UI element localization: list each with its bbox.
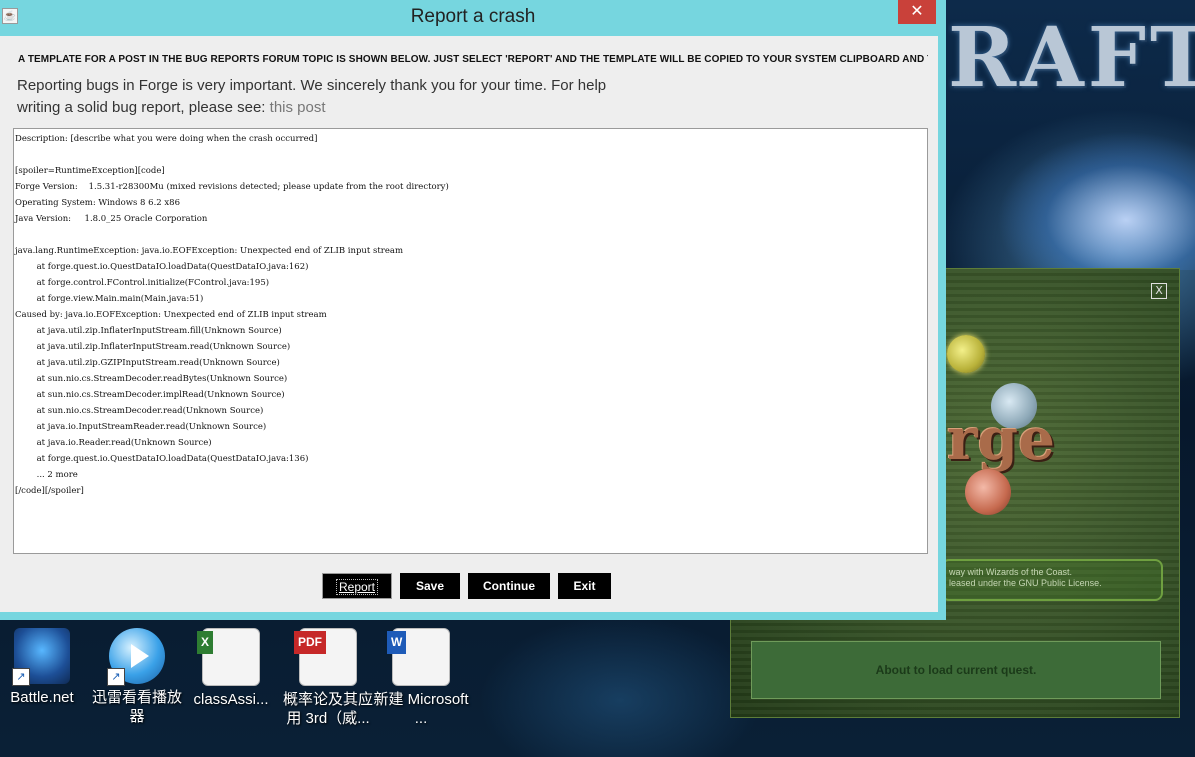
button-row: Report Save Continue Exit (0, 573, 938, 599)
bug-report-text[interactable]: Description: [describe what you were doi… (15, 131, 927, 499)
intro-line-1: Reporting bugs in Forge is very importan… (17, 77, 607, 94)
license-line-1: way with Wizards of the Coast. (949, 567, 1073, 577)
background-logo-text: RAFT (948, 10, 1195, 106)
desktop-icon-excel[interactable]: X classAssi... (183, 628, 279, 709)
forge-logo-text: rge (947, 405, 1056, 473)
battlenet-icon: ↗ (12, 628, 70, 686)
desktop-icon-battlenet[interactable]: ↗ Battle.net (0, 628, 90, 707)
bug-report-textarea[interactable]: Description: [describe what you were doi… (13, 128, 928, 554)
desktop-icon-xunlei[interactable]: ↗ 迅雷看看播放器 (89, 628, 185, 726)
shortcut-arrow-icon: ↗ (107, 668, 125, 686)
word-file-icon: W (387, 628, 450, 686)
crash-report-window: Report a crash ☕ ✕ A TEMPLATE FOR A POST… (0, 0, 946, 620)
desktop-icon-label: classAssi... (193, 691, 269, 708)
desktop-icon-pdf[interactable]: PDF 概率论及其应用 3rd（威... (280, 628, 376, 728)
pdf-file-icon: PDF (294, 628, 357, 686)
continue-button[interactable]: Continue (468, 573, 550, 599)
java-cup-icon[interactable]: ☕ (2, 8, 18, 24)
background-glow (946, 110, 1195, 270)
intro-text: Reporting bugs in Forge is very importan… (17, 75, 617, 119)
license-text: way with Wizards of the Coast. leased un… (949, 567, 1159, 589)
sun-mana-icon (947, 335, 985, 373)
excel-file-icon: X (197, 628, 260, 686)
license-line-2: leased under the GNU Public License. (949, 578, 1102, 588)
splash-status-text: About to load current quest. (751, 641, 1161, 699)
desktop-icon-label: Battle.net (10, 689, 74, 706)
save-button[interactable]: Save (400, 573, 460, 599)
report-button-label: Report (335, 579, 379, 595)
shortcut-arrow-icon: ↗ (12, 668, 30, 686)
window-close-button[interactable]: ✕ (898, 0, 936, 24)
template-note: A TEMPLATE FOR A POST IN THE BUG REPORTS… (18, 54, 928, 65)
splash-close-button[interactable]: X (1151, 283, 1167, 299)
intro-line-2: writing a solid bug report, please see: … (17, 97, 617, 119)
desktop-icon-label: 概率论及其应用 3rd（威... (282, 691, 373, 727)
exit-button[interactable]: Exit (558, 573, 611, 599)
dialog-content: A TEMPLATE FOR A POST IN THE BUG REPORTS… (0, 36, 938, 612)
fire-mana-icon (965, 469, 1011, 515)
intro-line-2-text: writing a solid bug report, please see: (17, 99, 266, 116)
desktop-icon-label: 迅雷看看播放器 (91, 689, 182, 725)
this-post-link[interactable]: this post (270, 99, 326, 116)
desktop-icon-label: 新建 Microsoft ... (373, 691, 469, 727)
title-bar[interactable]: Report a crash ☕ ✕ (0, 0, 946, 34)
report-button[interactable]: Report (322, 573, 392, 599)
window-title: Report a crash (410, 6, 536, 27)
xunlei-player-icon: ↗ (107, 628, 165, 686)
desktop-icon-word[interactable]: W 新建 Microsoft ... (373, 628, 469, 728)
